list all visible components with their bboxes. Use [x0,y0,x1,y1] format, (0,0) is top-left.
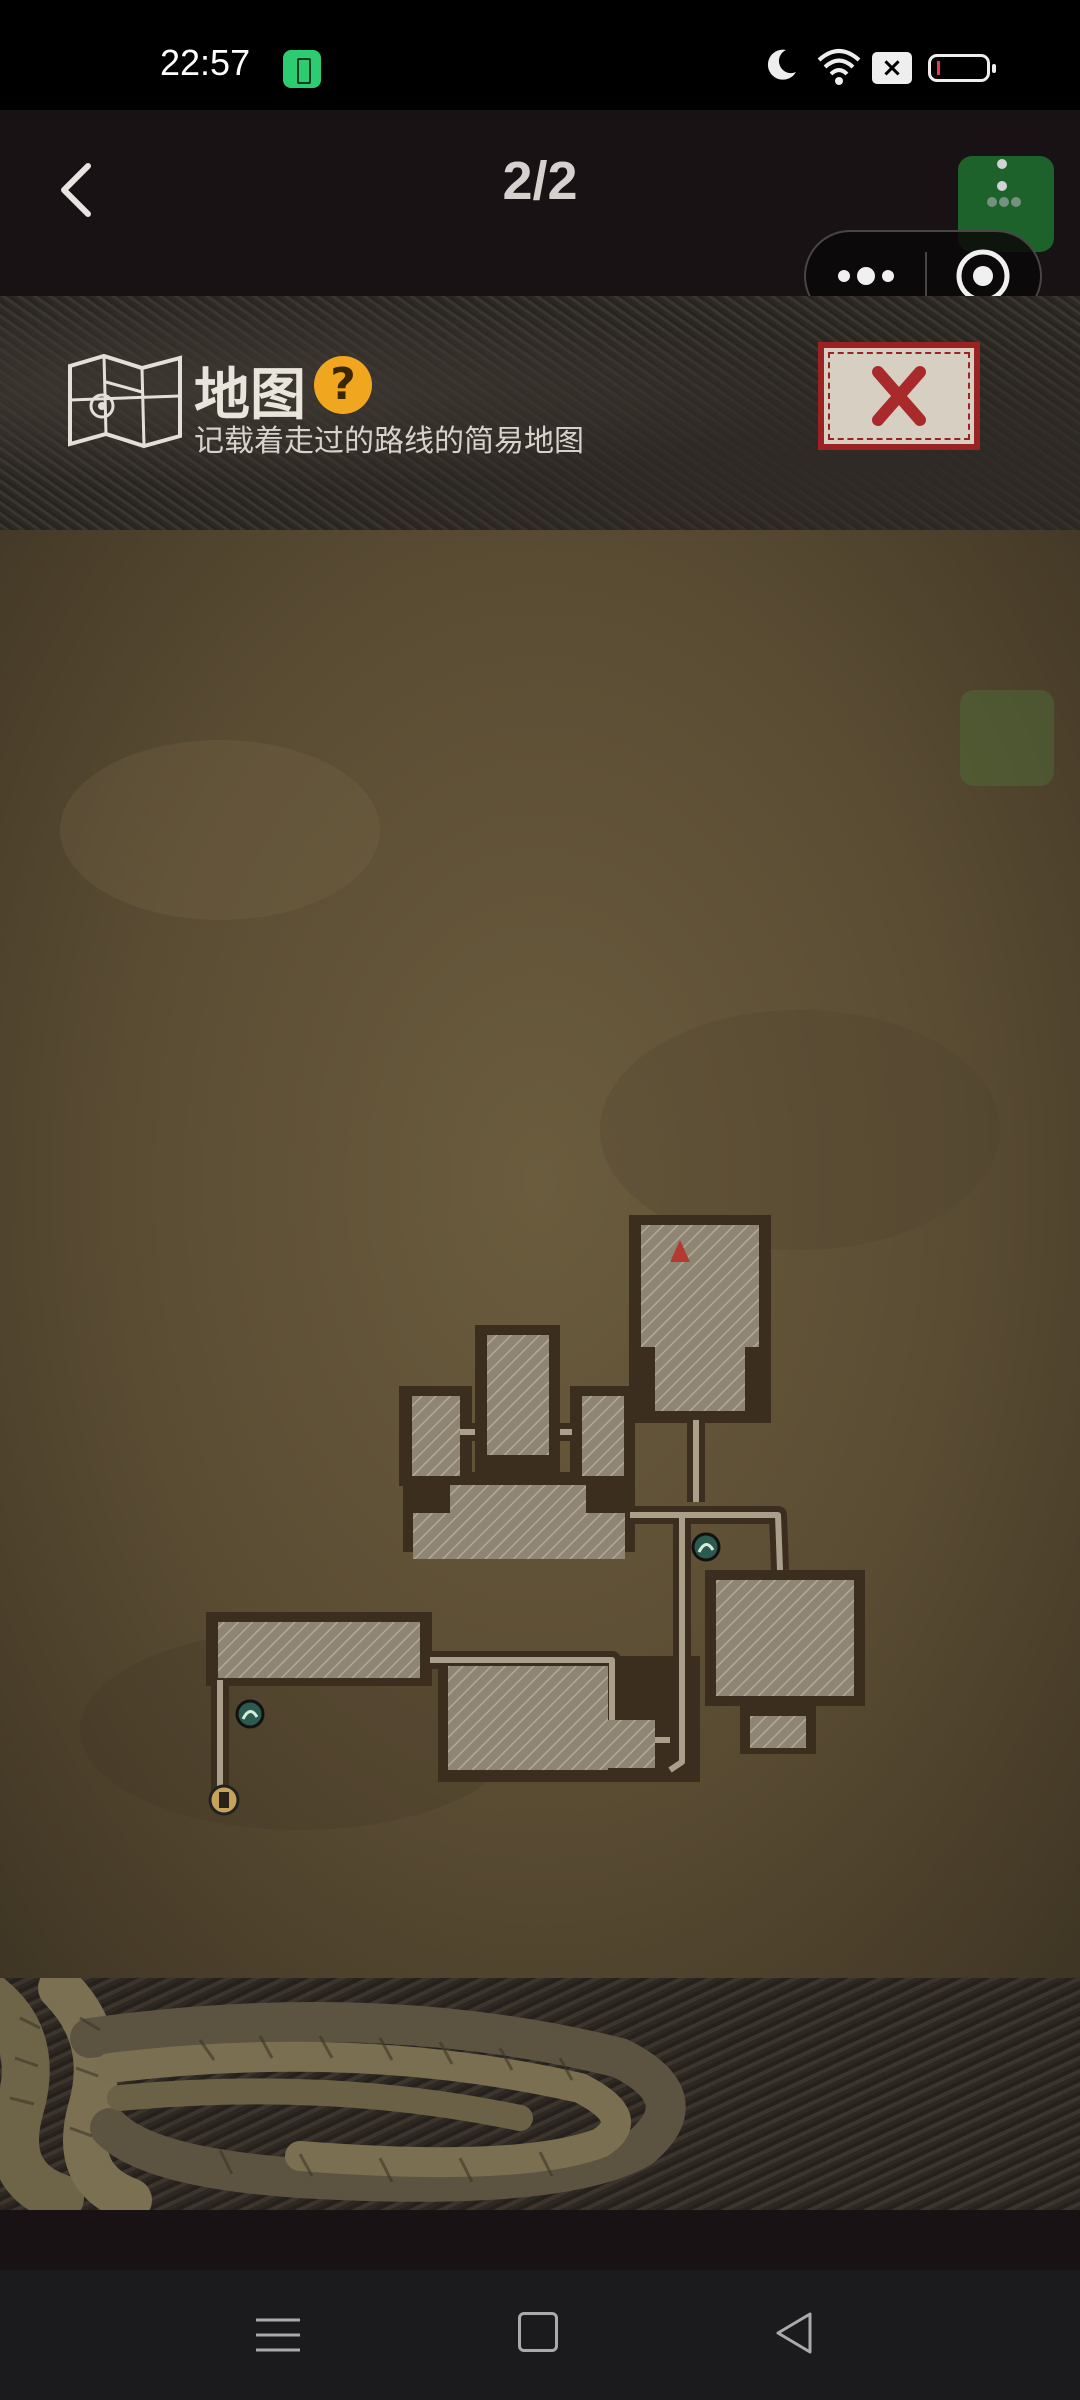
map-canvas [0,530,1080,1978]
room-right-cell [582,1396,624,1476]
room-left-cell [412,1396,460,1476]
map-header: 地图 ? 记载着走过的路线的简易地图 [0,296,1080,530]
home-icon[interactable] [518,2312,558,2352]
title-bar: 2/2 [0,110,1080,322]
back-triangle-icon[interactable] [772,2310,816,2356]
x-box-icon: × [872,52,912,84]
battery-saver-icon [283,50,321,88]
help-icon[interactable]: ? [314,356,372,414]
room-center-tower [487,1335,549,1455]
save-point-icon[interactable] [691,1532,721,1562]
exit-door-icon[interactable] [208,1784,240,1816]
room-top-floor [641,1225,759,1347]
map-icon [68,353,182,449]
red-x-icon [872,366,926,426]
close-map-button[interactable] [818,342,980,450]
battery-icon [928,54,996,82]
status-bar: 22:57 × [0,0,1080,110]
system-navigation-bar [0,2270,1080,2400]
rope-icon [0,1978,686,2210]
wifi-icon [817,49,861,85]
rope-footer [0,1978,1080,2210]
floating-assistant-shadow [960,690,1054,786]
room-hall [413,1513,625,1559]
room-south-hall [448,1666,608,1770]
room-west-wing [218,1622,420,1678]
menu-icon[interactable] [252,2314,304,2356]
moon-icon [767,49,796,80]
map-subtitle: 记载着走过的路线的简易地图 [194,424,584,459]
page-counter: 2/2 [502,151,578,211]
dungeon-map [60,740,1000,1830]
bottom-spacer [0,2210,1080,2270]
save-point-icon[interactable] [235,1699,265,1729]
status-time: 22:57 [160,42,251,83]
room-east-chamber [716,1580,854,1696]
